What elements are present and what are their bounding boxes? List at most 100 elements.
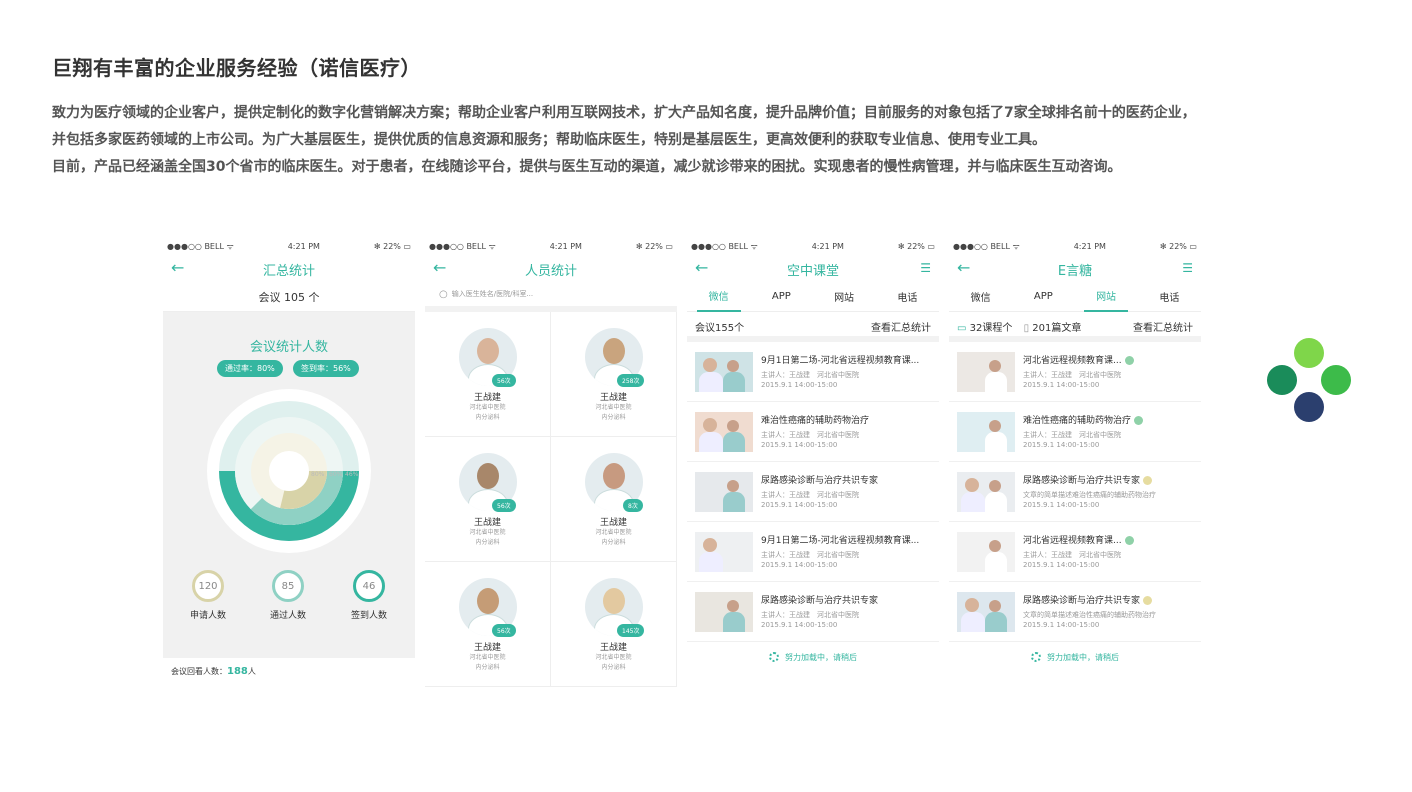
list-item[interactable]: 尿路感染诊断与治疗共识专家 主讲人：王战建 河北省中医院 2015.9.1 14:0… [687,462,939,522]
stat-signed: 46 签到人数 [344,570,394,621]
article-thumbnail [957,531,1015,572]
article-thumbnail [957,591,1015,632]
course-icon: ▭ [957,322,967,334]
article-thumbnail [957,411,1015,452]
donut-chart: 80% 60% 46% [207,389,371,553]
list-item[interactable]: 尿路感染诊断与治疗共识专家 文章的简单描述难治性癌痛的辅助药物治疗 2015.9.1… [949,462,1201,522]
nav-bar: ← 汇总统计 [163,256,415,282]
info-bar: ▭ 32课程个 ▯ 201篇文章 查看汇总统计 [949,316,1201,342]
stat-circle: 120 [192,570,224,602]
stat-label: 签到人数 [350,611,387,621]
tab-bar: 微信 APP 网站 电话 [687,282,939,312]
spinner-icon [1031,652,1041,662]
arrow-left-icon[interactable]: ← [433,258,446,277]
view-summary-link[interactable]: 查看汇总统计 [871,319,931,334]
menu-icon[interactable]: ☰ [920,261,931,275]
replay-value: 188 [227,666,248,677]
stats-title: 会议统计人数 [249,340,328,355]
doctor-dept: 内分泌科 [601,664,626,671]
item-title-text: 尿路感染诊断与治疗共识专家 [1023,596,1141,606]
time-label: 4:21 PM [1073,241,1106,251]
tab-app[interactable]: APP [1022,284,1065,309]
tab-phone[interactable]: 电话 [1147,282,1191,311]
page-description: 致力为医疗领域的企业客户，提供定制化的数字化营销解决方案；帮助企业客户利用互联网… [52,100,1312,181]
view-summary-link[interactable]: 查看汇总统计 [1133,319,1193,334]
item-line2: 2015.9.1 14:00-15:00 [1023,441,1100,449]
arrow-left-icon[interactable]: ← [957,258,970,277]
arrow-left-icon[interactable]: ← [695,258,708,277]
list-item[interactable]: 河北省远程视频教育课... 主讲人：王战建 河北省中医院 2015.9.1 14:0… [949,522,1201,582]
list-item[interactable]: 难治性癌痛的辅助药物治疗 主讲人：王战建 河北省中医院 2015.9.1 14:00… [687,402,939,462]
screen-title: 汇总统计 [262,263,315,279]
menu-icon[interactable]: ☰ [1182,261,1193,275]
item-title: 难治性癌痛的辅助药物治疗 [1023,413,1144,426]
sign-rate-badge: 签到率：56% [293,360,359,377]
phone-people-stats: ●●●○○ BELL ᯤ 4:21 PM ✻ 22% ▭ ← 人员统计 ○ 输入… [425,236,677,687]
list-item[interactable]: 尿路感染诊断与治疗共识专家 文章的简单描述难治性癌痛的辅助药物治疗 2015.9.1… [949,582,1201,642]
item-line1: 主讲人：王战建 河北省中医院 [1023,551,1121,559]
tab-wechat[interactable]: 微信 [696,281,741,312]
list-item[interactable]: 河北省远程视频教育课... 主讲人：王战建 河北省中医院 2015.9.1 14:0… [949,342,1201,402]
time-label: 4:21 PM [287,241,320,251]
tab-website[interactable]: 网站 [822,282,866,311]
item-title: 河北省远程视频教育课... [1023,353,1134,366]
course-thumbnail [695,591,753,632]
doctor-dept: 内分泌科 [601,539,626,546]
doctor-card[interactable]: 56次 王战建 河北省中医院 内分泌科 [425,437,551,562]
list-item[interactable]: 9月1日第二场-河北省远程视频教育课... 主讲人：王战建 河北省中医院 2015.… [687,522,939,582]
doctor-name: 王战建 [473,518,501,528]
item-line1: 文章的简单描述难治性癌痛的辅助药物治疗 [1023,611,1156,619]
item-speaker: 主讲人：王战建 河北省中医院 [761,371,859,379]
item-line1: 主讲人：王战建 河北省中医院 [1023,371,1121,379]
course-list: 9月1日第二场-河北省远程视频教育课... 主讲人：王战建 河北省中医院 2015.… [687,342,939,642]
status-dot-icon [1143,596,1153,605]
tab-app[interactable]: APP [760,284,803,309]
item-line2: 2015.9.1 14:00-15:00 [1023,381,1100,389]
carrier-label: ●●●○○ BELL ᯤ [167,241,234,251]
screen-title: 人员统计 [524,263,577,279]
list-item[interactable]: 尿路感染诊断与治疗共识专家 主讲人：王战建 河北省中医院 2015.9.1 14:0… [687,582,939,642]
search-icon: ○ [439,288,448,300]
loading-text: 努力加载中，请稍后 [1047,652,1119,662]
doctor-card[interactable]: 145次 王战建 河北省中医院 内分泌科 [551,562,677,687]
list-item[interactable]: 难治性癌痛的辅助药物治疗主讲人：王战建 河北省中医院 2015.9.1 14:00… [949,402,1201,462]
doctor-hospital: 河北省中医院 [595,654,632,661]
doctor-card[interactable]: 56次 王战建 河北省中医院 内分泌科 [425,562,551,687]
doctor-dept: 内分泌科 [475,539,500,546]
tab-phone[interactable]: 电话 [885,282,929,311]
item-title-text: 河北省远程视频教育课... [1023,356,1122,366]
item-line1: 主讲人：王战建 河北省中医院 [1023,431,1121,439]
search-input[interactable]: 输入医生姓名/医院/科室... [452,289,533,299]
meeting-count: 会议155个 [695,322,745,334]
article-thumbnail [957,471,1015,512]
counts: ▭ 32课程个 ▯ 201篇文章 [957,319,1081,334]
doctor-card[interactable]: 56次 王战建 河北省中医院 内分泌科 [425,312,551,437]
item-speaker: 主讲人：王战建 河北省中医院 [761,491,859,499]
ring-label-3: 46% [345,471,359,478]
arrow-left-icon[interactable]: ← [171,258,184,277]
list-item[interactable]: 9月1日第二场-河北省远程视频教育课... 主讲人：王战建 河北省中医院 2015.… [687,342,939,402]
search-bar[interactable]: ○ 输入医生姓名/医院/科室... [425,282,677,312]
meeting-count: 会议 105 个 [163,282,415,312]
item-title: 尿路感染诊断与治疗共识专家 [1023,473,1156,486]
status-dot-icon [1143,476,1153,485]
doctor-card[interactable]: 258次 王战建 河北省中医院 内分泌科 [551,312,677,437]
replay-count: 会议回看人数：188人 [163,658,415,685]
status-bar: ●●●○○ BELL ᯤ 4:21 PM ✻ 22% ▭ [425,236,677,256]
doctor-card[interactable]: 8次 王战建 河北省中医院 内分泌科 [551,437,677,562]
item-title: 9月1日第二场-河北省远程视频教育课... [761,536,920,546]
time-label: 4:21 PM [549,241,582,251]
screen-title: 空中课堂 [786,263,839,279]
item-time: 2015.9.1 14:00-15:00 [761,561,838,569]
carrier-label: ●●●○○ BELL ᯤ [953,241,1020,251]
item-speaker: 主讲人：王战建 河北省中医院 [761,431,859,439]
doctor-name: 王战建 [473,393,501,403]
item-time: 2015.9.1 14:00-15:00 [761,501,838,509]
item-speaker: 主讲人：王战建 河北省中医院 [761,611,859,619]
item-title: 9月1日第二场-河北省远程视频教育课... [761,356,920,366]
replay-unit: 人 [247,667,256,676]
tab-website[interactable]: 网站 [1084,281,1129,312]
loading-indicator: 努力加载中，请稍后 [687,642,939,672]
stat-circle: 46 [353,570,385,602]
tab-wechat[interactable]: 微信 [959,282,1003,311]
